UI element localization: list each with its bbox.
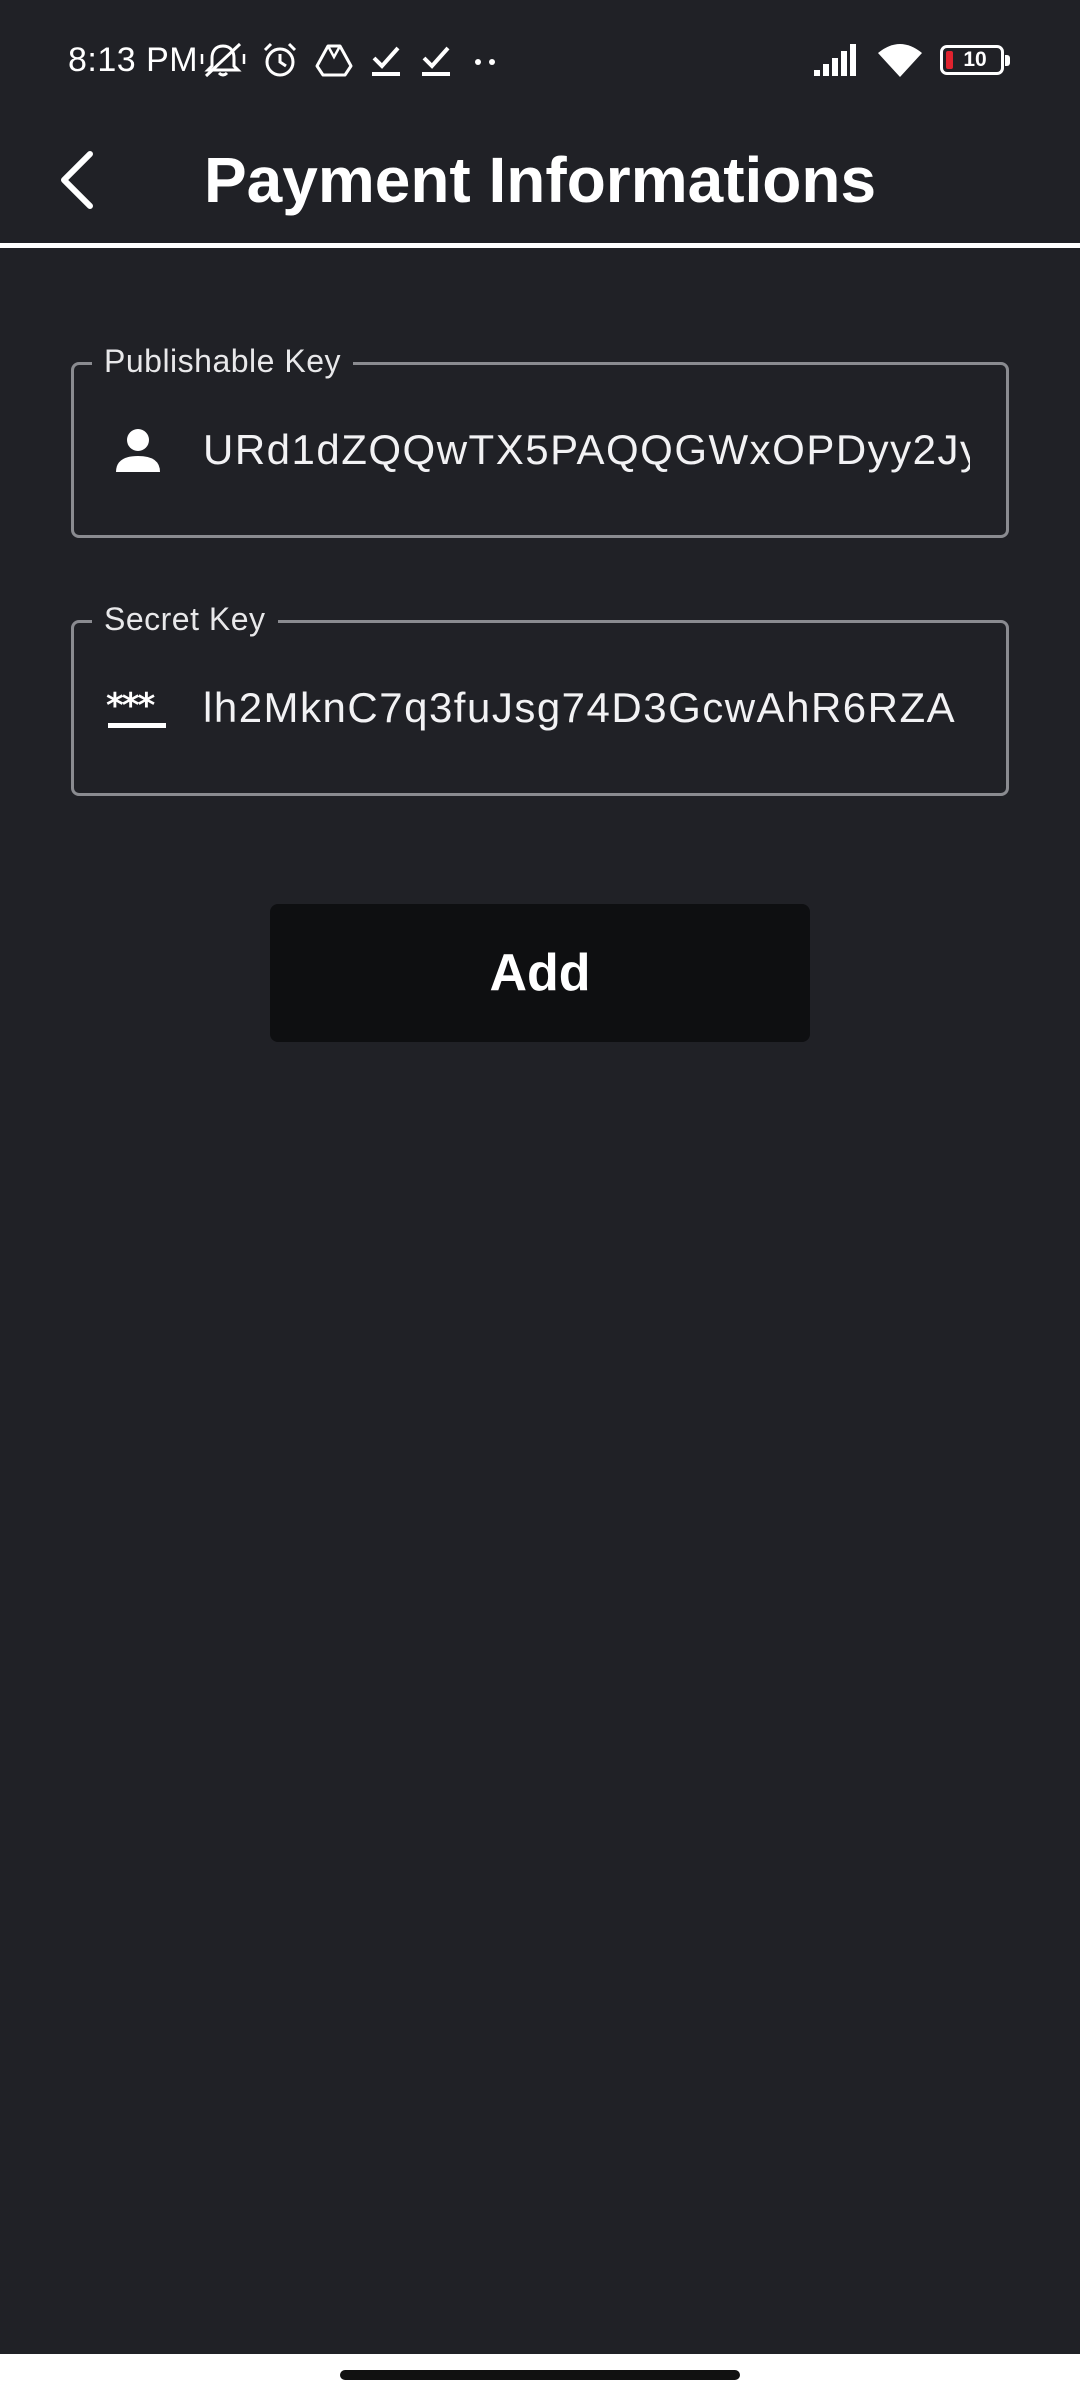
battery-level-fill — [946, 51, 953, 69]
more-dots-icon — [468, 40, 504, 80]
alarm-icon — [260, 40, 300, 80]
password-icon: *** — [106, 676, 170, 740]
home-indicator[interactable] — [340, 2370, 740, 2380]
status-time: 8:13 PM — [68, 41, 199, 79]
status-bar: 8:13 PM 10 — [0, 0, 1080, 120]
page-title: Payment Informations — [203, 144, 877, 216]
svg-text:***: *** — [106, 686, 156, 726]
header-divider — [0, 243, 1080, 248]
drive-icon — [314, 40, 354, 80]
secret-key-label: Secret Key — [92, 599, 278, 639]
check-icon — [368, 40, 404, 80]
battery-icon: 10 — [940, 45, 1010, 75]
navigation-bar — [0, 2354, 1080, 2400]
person-icon — [106, 418, 170, 482]
wifi-icon — [876, 41, 924, 79]
battery-level-text: 10 — [963, 48, 987, 71]
add-button[interactable]: Add — [270, 904, 810, 1042]
publishable-key-field[interactable]: Publishable Key URd1dZQQwTX5PAQQGWxOPDyy… — [71, 341, 1009, 538]
secret-key-field[interactable]: Secret Key *** lh2MknC7q3fuJsg74D3GcwAhR… — [71, 599, 1009, 796]
add-button-label: Add — [489, 944, 591, 1002]
signal-icon — [812, 42, 860, 78]
notification-icons — [200, 36, 504, 84]
publishable-key-input[interactable]: URd1dZQQwTX5PAQQGWxOPDyy2Jy — [203, 424, 970, 476]
check-icon — [418, 40, 454, 80]
app-header: Payment Informations — [0, 120, 1080, 244]
secret-key-input[interactable]: lh2MknC7q3fuJsg74D3GcwAhR6RZA — [203, 682, 970, 734]
mute-vibrate-icon — [200, 40, 246, 80]
publishable-key-label: Publishable Key — [92, 341, 353, 381]
system-icons: 10 — [812, 36, 1010, 84]
